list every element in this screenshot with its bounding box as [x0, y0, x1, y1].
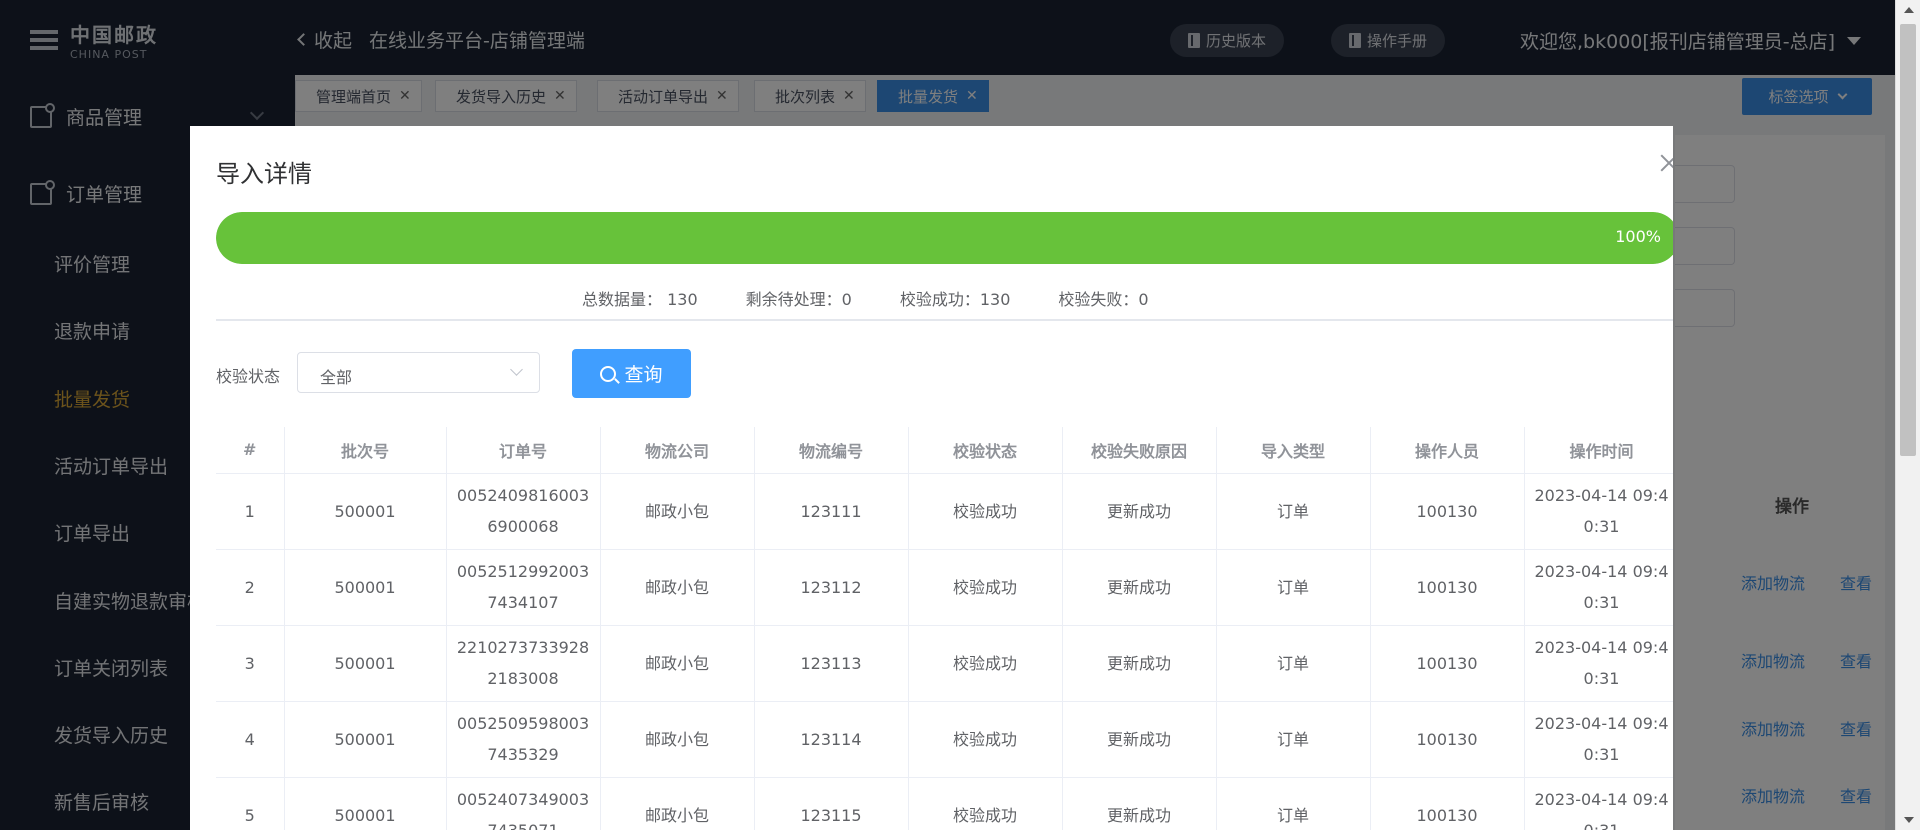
import-progress-bar: 100% — [216, 212, 1673, 264]
table-header-row: # 批次号 订单号 物流公司 物流编号 校验状态 校验失败原因 导入类型 操作人… — [216, 427, 1673, 474]
stat-pending: 剩余待处理：0 — [745, 290, 852, 309]
table-cell: 4 — [216, 701, 285, 778]
table-cell: 00525095980037435329 — [446, 701, 601, 778]
table-cell: 2023-04-14 09:40:31 — [1524, 549, 1673, 626]
table-cell: 00524073490037435071 — [446, 777, 601, 830]
column-header: 物流公司 — [600, 427, 755, 474]
column-header: # — [216, 427, 285, 474]
table-cell: 校验成功 — [908, 473, 1063, 550]
table-cell: 更新成功 — [1062, 701, 1217, 778]
table-cell: 更新成功 — [1062, 549, 1217, 626]
dialog-title: 导入详情 — [216, 160, 312, 188]
table-cell: 100130 — [1370, 625, 1525, 702]
table-cell: 2023-04-14 09:40:31 — [1524, 625, 1673, 702]
column-header: 校验失败原因 — [1062, 427, 1217, 474]
table-cell: 订单 — [1216, 473, 1371, 550]
table-cell: 1 — [216, 473, 285, 550]
stat-total: 总数据量： 130 — [582, 290, 698, 309]
table-cell: 更新成功 — [1062, 777, 1217, 830]
table-cell: 邮政小包 — [600, 701, 755, 778]
stat-success: 校验成功：130 — [899, 290, 1011, 309]
table-cell: 2023-04-14 09:40:31 — [1524, 701, 1673, 778]
table-cell: 校验成功 — [908, 777, 1063, 830]
column-header: 导入类型 — [1216, 427, 1371, 474]
table-cell: 500001 — [284, 777, 447, 830]
table-cell: 123112 — [754, 549, 909, 626]
table-row: 3 500001 22102737339282183008 邮政小包 12311… — [216, 625, 1673, 702]
progress-text: 100% — [1615, 227, 1661, 246]
validation-status-select[interactable]: 全部 — [297, 352, 540, 393]
table-cell: 2023-04-14 09:40:31 — [1524, 777, 1673, 830]
import-detail-dialog: 导入详情 100% 总数据量： 130 剩余待处理：0 校验成功：130 校验失… — [190, 126, 1673, 830]
stat-failed: 校验失败：0 — [1058, 290, 1149, 309]
table-cell: 500001 — [284, 473, 447, 550]
query-button[interactable]: 查询 — [572, 349, 691, 398]
column-header: 校验状态 — [908, 427, 1063, 474]
table-cell: 订单 — [1216, 777, 1371, 830]
column-header: 批次号 — [284, 427, 447, 474]
column-header: 物流编号 — [754, 427, 909, 474]
table-cell: 邮政小包 — [600, 473, 755, 550]
table-cell: 校验成功 — [908, 549, 1063, 626]
import-stats: 总数据量： 130 剩余待处理：0 校验成功：130 校验失败：0 — [582, 286, 1197, 310]
table-cell: 订单 — [1216, 701, 1371, 778]
table-cell: 00524098160036900068 — [446, 473, 601, 550]
table-cell: 邮政小包 — [600, 549, 755, 626]
validation-status-label: 校验状态 — [216, 367, 281, 386]
table-cell: 100130 — [1370, 701, 1525, 778]
table-row: 4 500001 00525095980037435329 邮政小包 12311… — [216, 701, 1673, 778]
table-cell: 123113 — [754, 625, 909, 702]
select-value: 全部 — [320, 368, 353, 387]
table-cell: 2 — [216, 549, 285, 626]
table-cell: 订单 — [1216, 549, 1371, 626]
table-row: 2 500001 00525129920037434107 邮政小包 12311… — [216, 549, 1673, 626]
column-header: 操作时间 — [1524, 427, 1673, 474]
table-cell: 订单 — [1216, 625, 1371, 702]
scroll-down-arrow-icon[interactable] — [1904, 817, 1914, 823]
table-cell: 5 — [216, 777, 285, 830]
table-cell: 邮政小包 — [600, 777, 755, 830]
table-cell: 123115 — [754, 777, 909, 830]
table-cell: 123111 — [754, 473, 909, 550]
table-cell: 00525129920037434107 — [446, 549, 601, 626]
table-cell: 邮政小包 — [600, 625, 755, 702]
table-cell: 3 — [216, 625, 285, 702]
table-row: 1 500001 00524098160036900068 邮政小包 12311… — [216, 473, 1673, 550]
table-cell: 100130 — [1370, 549, 1525, 626]
table-cell: 校验成功 — [908, 701, 1063, 778]
table-cell: 22102737339282183008 — [446, 625, 601, 702]
scrollbar-thumb[interactable] — [1900, 24, 1916, 456]
query-button-label: 查询 — [624, 364, 663, 386]
column-header: 订单号 — [446, 427, 601, 474]
table-cell: 500001 — [284, 701, 447, 778]
table-cell: 更新成功 — [1062, 473, 1217, 550]
chevron-down-icon — [510, 363, 523, 376]
page-scrollbar[interactable] — [1895, 0, 1920, 830]
table-cell: 2023-04-14 09:40:31 — [1524, 473, 1673, 550]
search-icon — [600, 365, 617, 382]
table-cell: 校验成功 — [908, 625, 1063, 702]
progress-fill: 100% — [216, 212, 1673, 264]
table-cell: 更新成功 — [1062, 625, 1217, 702]
table-cell: 500001 — [284, 549, 447, 626]
table-cell: 100130 — [1370, 473, 1525, 550]
import-detail-table: # 批次号 订单号 物流公司 物流编号 校验状态 校验失败原因 导入类型 操作人… — [216, 427, 1673, 830]
table-cell: 123114 — [754, 701, 909, 778]
table-cell: 100130 — [1370, 777, 1525, 830]
close-icon[interactable] — [1658, 152, 1673, 174]
divider — [216, 319, 1673, 321]
column-header: 操作人员 — [1370, 427, 1525, 474]
table-cell: 500001 — [284, 625, 447, 702]
table-row: 5 500001 00524073490037435071 邮政小包 12311… — [216, 777, 1673, 830]
scroll-up-arrow-icon[interactable] — [1904, 7, 1914, 13]
